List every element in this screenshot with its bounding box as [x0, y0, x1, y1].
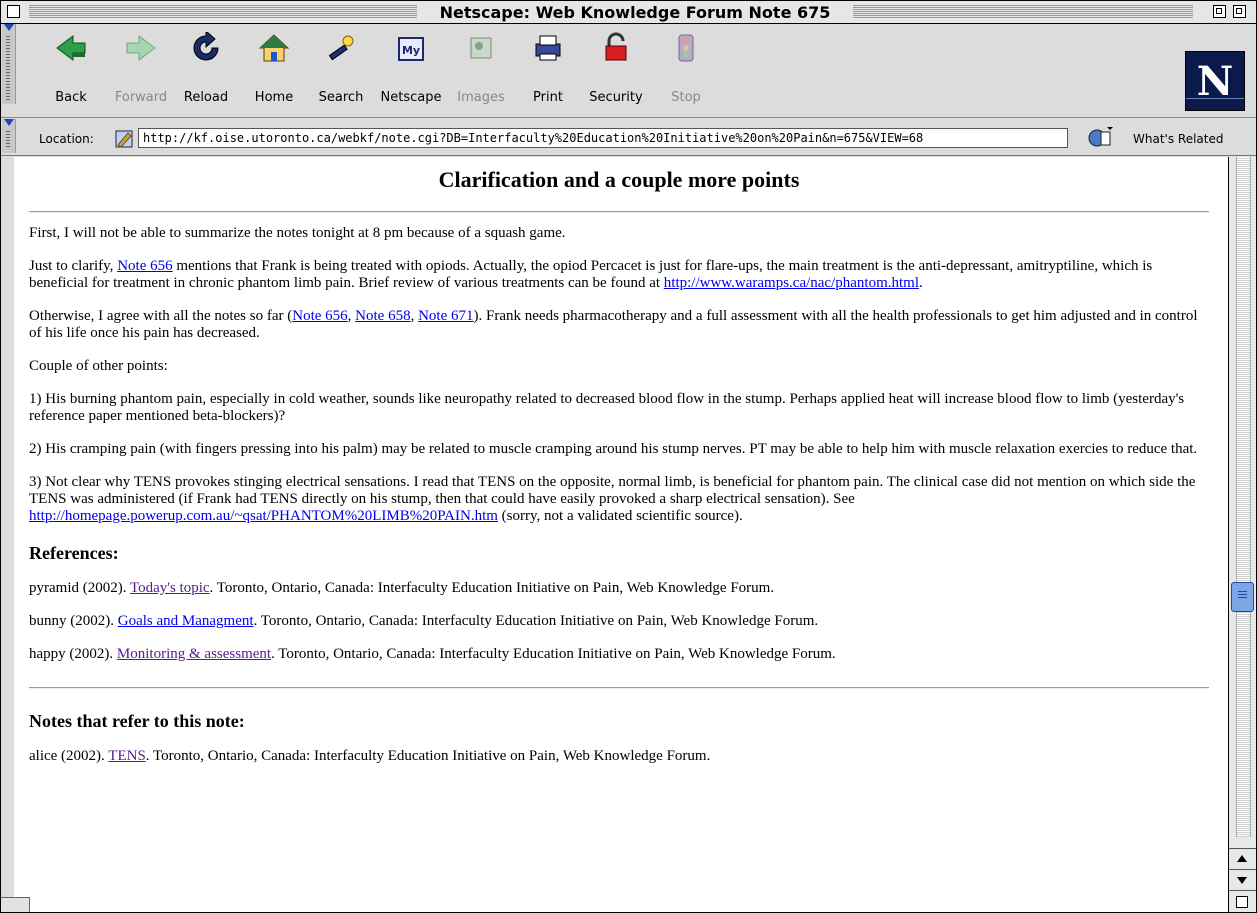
divider	[29, 687, 1209, 689]
security-lock-icon	[605, 32, 627, 61]
paragraph: 1) His burning phantom pain, especially …	[29, 391, 1185, 424]
grow-box[interactable]	[1229, 890, 1256, 912]
back-arrow-icon	[56, 35, 86, 61]
stop-button[interactable]: Stop	[656, 28, 716, 108]
paragraph: Couple of other points:	[29, 358, 168, 374]
browser-window: Netscape: Web Knowledge Forum Note 675 B…	[0, 0, 1257, 913]
security-button[interactable]: Security	[586, 28, 646, 108]
print-icon	[535, 35, 561, 61]
page-title: Clarification and a couple more points	[438, 167, 800, 192]
toolbar-collapse-grip[interactable]	[2, 24, 16, 104]
search-icon	[328, 35, 354, 61]
note-656-link[interactable]: Note 656	[292, 308, 347, 324]
note-658-link[interactable]: Note 658	[355, 308, 410, 324]
reference-item: happy (2002). Monitoring & assessment. T…	[29, 646, 836, 662]
reference-link[interactable]: Monitoring & assessment	[117, 646, 271, 662]
divider	[29, 211, 1209, 213]
referrers-heading: Notes that refer to this note:	[29, 711, 245, 731]
reference-item: pyramid (2002). Today's topic. Toronto, …	[29, 580, 775, 596]
scroll-thumb[interactable]	[1231, 582, 1254, 612]
security-label: Security	[589, 90, 643, 105]
netscape-icon: My	[398, 37, 424, 61]
status-corner	[1, 897, 30, 912]
home-icon	[258, 34, 290, 62]
back-label: Back	[55, 90, 87, 105]
search-button[interactable]: Search	[311, 28, 371, 108]
svg-text:My: My	[402, 44, 420, 57]
forward-button[interactable]: Forward	[111, 28, 171, 108]
collapse-box[interactable]	[1233, 5, 1246, 18]
netscape-logo[interactable]: N	[1185, 51, 1245, 111]
location-bar: Location: http://kf.oise.utoronto.ca/web…	[1, 119, 1256, 156]
whats-related-label[interactable]: What's Related	[1133, 132, 1223, 146]
stop-label: Stop	[671, 90, 701, 105]
forward-arrow-icon	[126, 35, 156, 61]
url-field[interactable]: http://kf.oise.utoronto.ca/webkf/note.cg…	[138, 128, 1068, 148]
home-button[interactable]: Home	[244, 28, 304, 108]
scroll-down-arrow[interactable]	[1229, 869, 1256, 890]
waramps-link[interactable]: http://www.waramps.ca/nac/phantom.html	[664, 275, 919, 291]
images-button[interactable]: Images	[451, 28, 511, 108]
print-button[interactable]: Print	[518, 28, 578, 108]
paragraph: 2) His cramping pain (with fingers press…	[29, 441, 1198, 457]
netscape-label: Netscape	[380, 90, 442, 105]
location-label: Location:	[39, 132, 94, 146]
scroll-up-arrow[interactable]	[1229, 848, 1256, 869]
netscape-button[interactable]: My Netscape	[381, 28, 441, 108]
vertical-scrollbar[interactable]	[1228, 157, 1256, 912]
page-content: Clarification and a couple more points F…	[14, 157, 1228, 912]
reload-icon	[193, 32, 219, 61]
stop-icon	[678, 34, 694, 62]
powerup-link[interactable]: http://homepage.powerup.com.au/~qsat/PHA…	[29, 508, 498, 524]
reference-link[interactable]: Today's topic	[130, 580, 210, 596]
title-bar-stripes	[853, 5, 1193, 18]
whats-related-icon[interactable]	[1087, 125, 1113, 151]
images-icon	[470, 37, 492, 59]
navigation-toolbar: Back Forward Reload Home Search My Netsc…	[1, 24, 1256, 118]
scroll-track[interactable]	[1236, 157, 1251, 837]
paragraph: Just to clarify, Note 656 mentions that …	[29, 258, 1153, 291]
title-bar-stripes	[29, 5, 417, 18]
back-button[interactable]: Back	[41, 28, 101, 108]
close-box[interactable]	[7, 5, 20, 18]
referrer-item: alice (2002). TENS. Toronto, Ontario, Ca…	[29, 748, 711, 764]
window-title: Netscape: Web Knowledge Forum Note 675	[439, 3, 831, 22]
referrer-link[interactable]: TENS	[108, 748, 146, 764]
reference-link[interactable]: Goals and Managment	[118, 613, 254, 629]
reload-button[interactable]: Reload	[176, 28, 236, 108]
references-heading: References:	[29, 543, 119, 563]
paragraph: 3) Not clear why TENS provokes stinging …	[29, 474, 1196, 524]
paragraph: Otherwise, I agree with all the notes so…	[29, 308, 1198, 341]
location-bar-collapse-grip[interactable]	[2, 119, 16, 153]
page-proxy-icon[interactable]	[114, 129, 134, 149]
search-label: Search	[318, 90, 364, 105]
zoom-box[interactable]	[1213, 5, 1226, 18]
note-671-link[interactable]: Note 671	[418, 308, 473, 324]
note-656-link[interactable]: Note 656	[117, 258, 172, 274]
title-bar[interactable]: Netscape: Web Knowledge Forum Note 675	[1, 1, 1256, 24]
reference-item: bunny (2002). Goals and Managment. Toron…	[29, 613, 819, 629]
paragraph: First, I will not be able to summarize t…	[29, 225, 566, 241]
